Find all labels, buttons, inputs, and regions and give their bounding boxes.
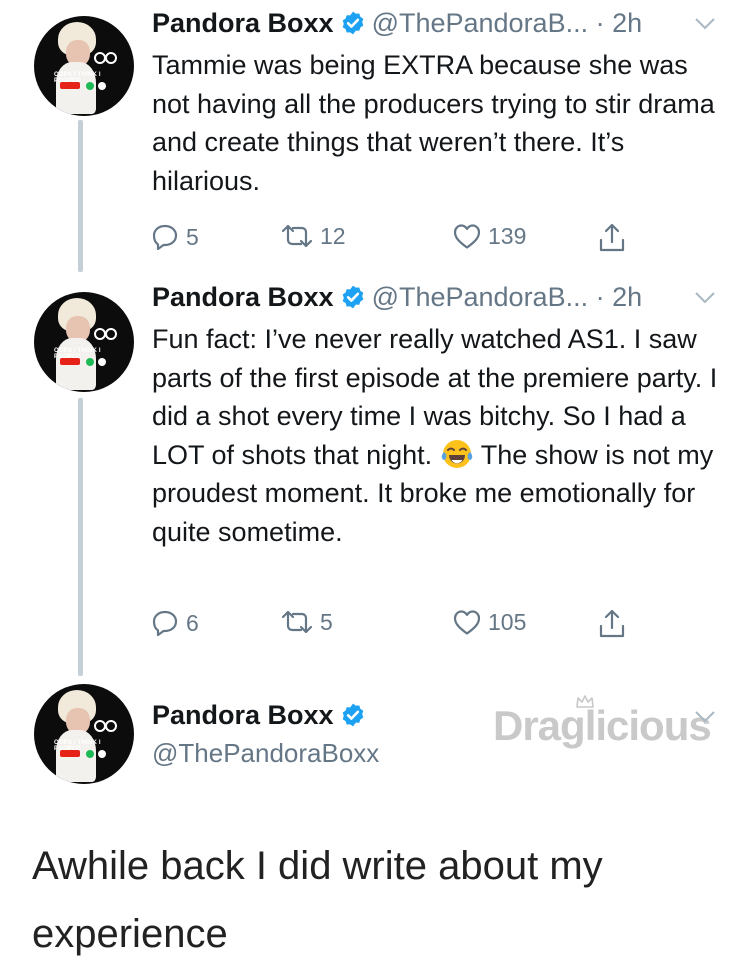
tweet-actions: 6 5 105 xyxy=(150,608,650,644)
handle[interactable]: @ThePandoraB... xyxy=(372,282,589,312)
chevron-down-icon[interactable] xyxy=(694,710,716,724)
tweet-text: Tammie was being EXTRA because she was n… xyxy=(152,50,715,196)
like-button[interactable]: 105 xyxy=(452,608,526,636)
retweet-count: 5 xyxy=(320,608,333,635)
heart-icon xyxy=(453,224,481,249)
display-name[interactable]: Pandora Boxx xyxy=(152,282,334,312)
share-button[interactable] xyxy=(598,222,626,254)
like-button[interactable]: 139 xyxy=(452,222,526,250)
tweet-header: Pandora Boxx @ThePandoraB... · 2h xyxy=(152,8,642,39)
heart-icon xyxy=(453,610,481,635)
main-tweet-text: Awhile back I did write about my experie… xyxy=(32,844,603,956)
avatar[interactable]: OOPS I THINK I POOPED xyxy=(34,292,134,392)
verified-badge-icon xyxy=(342,703,363,727)
avatar[interactable]: OOPS I THINK I POOPED xyxy=(34,16,134,116)
share-icon xyxy=(599,609,625,638)
main-handle[interactable]: @ThePandoraBoxx xyxy=(152,738,379,769)
share-icon xyxy=(599,223,625,252)
watermark-logo: Draglicious xyxy=(493,702,712,749)
tweet-header: Pandora Boxx @ThePandoraB... · 2h xyxy=(152,282,642,313)
reply-count: 5 xyxy=(186,223,199,250)
retweet-icon xyxy=(281,224,313,248)
reply-icon xyxy=(152,224,178,251)
verified-badge-icon xyxy=(342,11,363,35)
chevron-down-icon[interactable] xyxy=(694,291,716,305)
verified-badge-icon xyxy=(342,285,363,309)
like-count: 105 xyxy=(488,608,527,635)
retweet-button[interactable]: 12 xyxy=(280,222,346,250)
reply-icon xyxy=(152,610,178,637)
separator: · xyxy=(595,8,605,38)
timestamp[interactable]: 2h xyxy=(612,282,642,312)
reply-button[interactable]: 5 xyxy=(150,222,199,252)
handle[interactable]: @ThePandoraB... xyxy=(372,8,589,38)
reply-count: 6 xyxy=(186,609,199,636)
share-button[interactable] xyxy=(598,608,626,640)
display-name[interactable]: Pandora Boxx xyxy=(152,8,334,38)
thread-line xyxy=(78,120,83,272)
avatar[interactable]: OOPS I THINK I POOPED xyxy=(34,684,134,784)
tweet-actions: 5 12 139 xyxy=(150,222,650,258)
display-name[interactable]: Pandora Boxx xyxy=(152,700,334,730)
retweet-icon xyxy=(281,610,313,634)
main-display-name[interactable]: Pandora Boxx xyxy=(152,700,372,731)
thread-line xyxy=(78,398,83,676)
timestamp[interactable]: 2h xyxy=(612,8,642,38)
chevron-down-icon[interactable] xyxy=(694,17,716,31)
separator: · xyxy=(595,282,605,312)
face-with-tears-of-joy-icon xyxy=(441,439,472,468)
retweet-count: 12 xyxy=(320,222,346,249)
reply-button[interactable]: 6 xyxy=(150,608,199,638)
retweet-button[interactable]: 5 xyxy=(280,608,333,636)
like-count: 139 xyxy=(488,222,527,249)
tweet-text: Fun fact: I’ve never really watched AS1.… xyxy=(152,320,732,551)
